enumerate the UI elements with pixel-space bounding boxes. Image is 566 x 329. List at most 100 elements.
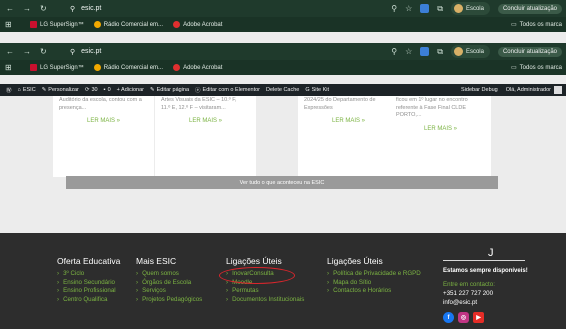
site-settings-icon[interactable]: ⚲ (70, 48, 75, 56)
bookmark-lg[interactable]: LG SuperSign™ (30, 21, 84, 28)
bookmark-label: Adobe Acrobat (183, 21, 223, 28)
footer-link-label: Serviços (142, 287, 166, 295)
wp-site-name[interactable]: ⌂ ESIC (18, 87, 36, 93)
card-line: Artes Visuais da ESIC – 10.º F, (161, 97, 237, 103)
footer-link[interactable]: › Ensino Secundário (57, 279, 120, 288)
see-all-button[interactable]: Ver tudo o que aconteceu na ESIC (66, 176, 498, 189)
footer-contact: J Estamos sempre disponíveis! Entre em c… (443, 247, 563, 323)
contact-email[interactable]: info@esic.pt (443, 298, 563, 307)
zoom-icon[interactable]: ⚲ (391, 47, 397, 56)
footer-link-label: Mapa do Sítio (333, 278, 372, 286)
footer-link[interactable]: › Quem somos (136, 270, 202, 279)
bookmark-star-icon[interactable]: ☆ (405, 47, 412, 56)
card-line: PORTO,... (396, 112, 422, 118)
chevron-right-icon: › (226, 287, 229, 295)
bookmark-acrobat[interactable]: Adobe Acrobat (173, 21, 222, 28)
lg-icon (30, 21, 37, 28)
footer-link[interactable]: › Ensino Profissional (57, 287, 120, 296)
bookmark-acrobat[interactable]: Adobe Acrobat (173, 64, 222, 71)
wp-account[interactable]: Olá, Administrador (506, 86, 562, 94)
card-line: ficou em 1º lugar no encontro (396, 97, 468, 103)
footer-link-label: Documentos Institucionais (232, 296, 305, 304)
sidebar-debug[interactable]: Sidebar Debug (461, 87, 498, 93)
wp-item-label: ESIC (22, 87, 36, 93)
wp-updates[interactable]: ⟳ 30 (85, 87, 98, 93)
card-excerpt: Auditório da escola, contou com a presen… (59, 97, 148, 112)
footer-link[interactable]: › Projetos Pedagógicos (136, 296, 202, 305)
site-settings-icon[interactable]: ⚲ (70, 5, 75, 13)
signature-line (443, 260, 525, 261)
back-arrow-icon[interactable]: ← (6, 47, 14, 56)
reload-icon[interactable]: ↻ (40, 4, 47, 13)
read-more-link[interactable]: LER MAIS » (59, 118, 148, 124)
extensions-puzzle-icon[interactable]: ⧉ (437, 47, 443, 57)
bookmark-star-icon[interactable]: ☆ (405, 4, 412, 13)
footer-link[interactable]: › Permutas (226, 287, 304, 296)
forward-arrow-icon[interactable]: → (23, 47, 31, 56)
chevron-right-icon: › (57, 270, 60, 277)
extension-icon[interactable] (420, 47, 430, 56)
footer-link[interactable]: › Centro Qualifica (57, 296, 120, 305)
wp-edit-page[interactable]: ✎ Editar página (150, 87, 189, 93)
footer-link[interactable]: › Documentos Institucionais (226, 296, 304, 305)
highlight-ellipse (219, 267, 295, 284)
extension-icon[interactable] (420, 4, 430, 13)
footer-link[interactable]: › Política de Privacidade e RGPD (327, 270, 421, 279)
instagram-icon[interactable]: ◎ (458, 312, 469, 323)
browser-nav: ← → ↻ (0, 4, 70, 13)
reload-icon[interactable]: ↻ (40, 47, 47, 56)
footer-link[interactable]: › Órgãos de Escola (136, 279, 202, 288)
apps-grid-icon[interactable]: ⊞ (0, 63, 30, 72)
wp-item-label: Personalizar (48, 87, 79, 93)
comment-icon: ▪ (103, 87, 106, 93)
card-line: referente à Fase Final CLDE (396, 104, 467, 111)
wp-customize[interactable]: ✎ Personalizar (42, 87, 79, 93)
wp-item-label: 0 (107, 87, 111, 93)
back-arrow-icon[interactable]: ← (6, 4, 14, 13)
address-bar[interactable]: ⚲ esic.pt (70, 48, 101, 56)
card-excerpt: 2024/25 do Departamento de Expressões (304, 97, 393, 112)
browser-nav: ← → ↻ (0, 47, 70, 56)
bookmark-radio[interactable]: Rádio Comercial em... (93, 64, 164, 71)
bookmark-radio[interactable]: Rádio Comercial em... (93, 21, 163, 28)
youtube-icon[interactable]: ▶ (473, 312, 484, 323)
wp-item-label: Editar página (156, 87, 190, 93)
profile-button[interactable]: Escola (450, 45, 490, 58)
profile-button[interactable]: Escola (450, 2, 490, 15)
wp-add-new[interactable]: + Adicionar (117, 87, 144, 93)
footer-heading: Ligações Úteis (327, 256, 383, 266)
contact-phone[interactable]: +351 227 727 200 (443, 289, 563, 298)
read-more-link[interactable]: LER MAIS » (396, 126, 485, 132)
facebook-icon[interactable]: f (443, 312, 454, 323)
url-text: esic.pt (81, 48, 102, 55)
wp-site-kit[interactable]: G Site Kit (305, 87, 329, 93)
wp-delete-cache[interactable]: Delete Cache (266, 87, 299, 93)
update-button[interactable]: Concluir atualização (497, 3, 562, 14)
bookmark-lg[interactable]: LG SuperSign™ (30, 64, 84, 71)
wp-item-label: 30 (91, 87, 98, 93)
wp-logo-icon[interactable]: Ⓦ (6, 86, 12, 94)
all-bookmarks[interactable]: ▭ Todos os marca (511, 21, 566, 29)
bookmark-label: Rádio Comercial em... (103, 64, 164, 71)
extensions-puzzle-icon[interactable]: ⧉ (437, 4, 443, 14)
footer-link[interactable]: › Contactos e Horários (327, 287, 421, 296)
forward-arrow-icon[interactable]: → (23, 4, 31, 13)
all-bookmarks[interactable]: ▭ Todos os marca (511, 64, 566, 72)
wp-elementor[interactable]: ⓔ Editar com o Elementor (195, 86, 260, 94)
chevron-right-icon: › (136, 287, 139, 295)
apps-grid-icon[interactable]: ⊞ (0, 20, 30, 29)
read-more-link[interactable]: LER MAIS » (161, 118, 250, 124)
footer-link[interactable]: › 3º Ciclo (57, 270, 120, 279)
news-card: Auditório da escola, contou com a presen… (53, 96, 154, 177)
footer-link[interactable]: › Serviços (136, 287, 202, 296)
contact-cta[interactable]: Entre em contacto: (443, 280, 563, 289)
update-button[interactable]: Concluir atualização (497, 46, 562, 57)
news-card: ficou em 1º lugar no encontro referente … (390, 96, 491, 177)
footer-link[interactable]: › Mapa do Sítio (327, 279, 421, 288)
wp-comments[interactable]: ▪ 0 (104, 87, 111, 93)
footer-link-label: Ensino Profissional (63, 287, 116, 295)
signature-icon: J (488, 247, 494, 259)
zoom-icon[interactable]: ⚲ (391, 4, 397, 13)
read-more-link[interactable]: LER MAIS » (304, 118, 393, 124)
address-bar[interactable]: ⚲ esic.pt (70, 5, 101, 13)
